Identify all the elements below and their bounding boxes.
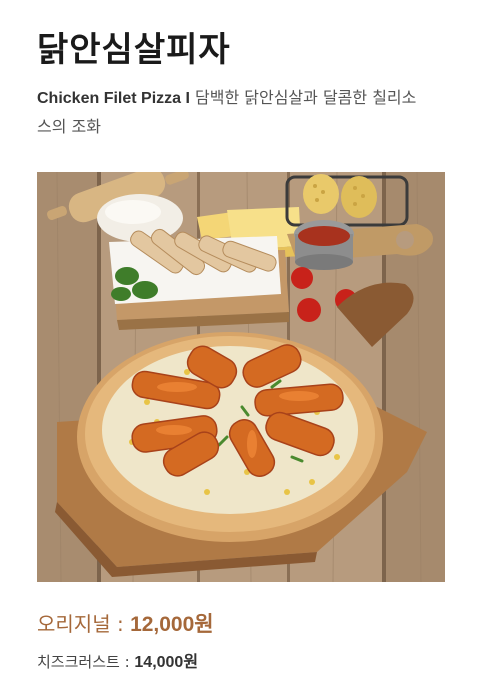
product-title: 닭안심살피자 bbox=[37, 30, 231, 70]
cheese-crust-price-value: 14,000원 bbox=[134, 654, 199, 671]
product-description: Chicken Filet Pizza I 담백한 닭안심살과 달콤한 칠리소 … bbox=[37, 84, 447, 141]
description-line1: 담백한 닭안심살과 달콤한 칠리소 bbox=[195, 88, 417, 107]
description-line2: 스의 조화 bbox=[37, 117, 101, 136]
cheese-crust-price: 치즈크러스트 : 14,000원 bbox=[37, 648, 198, 672]
product-detail: 닭안심살피자 Chicken Filet Pizza I 담백한 닭안심살과 달… bbox=[0, 0, 480, 678]
product-photo bbox=[37, 172, 445, 582]
product-name-en: Chicken Filet Pizza I bbox=[37, 90, 190, 107]
original-price: 오리지널 : 12,000원 bbox=[37, 608, 214, 638]
original-price-label: 오리지널 : bbox=[37, 612, 131, 636]
original-price-value: 12,000원 bbox=[130, 613, 214, 636]
cheese-crust-price-label: 치즈크러스트 : bbox=[37, 653, 135, 671]
